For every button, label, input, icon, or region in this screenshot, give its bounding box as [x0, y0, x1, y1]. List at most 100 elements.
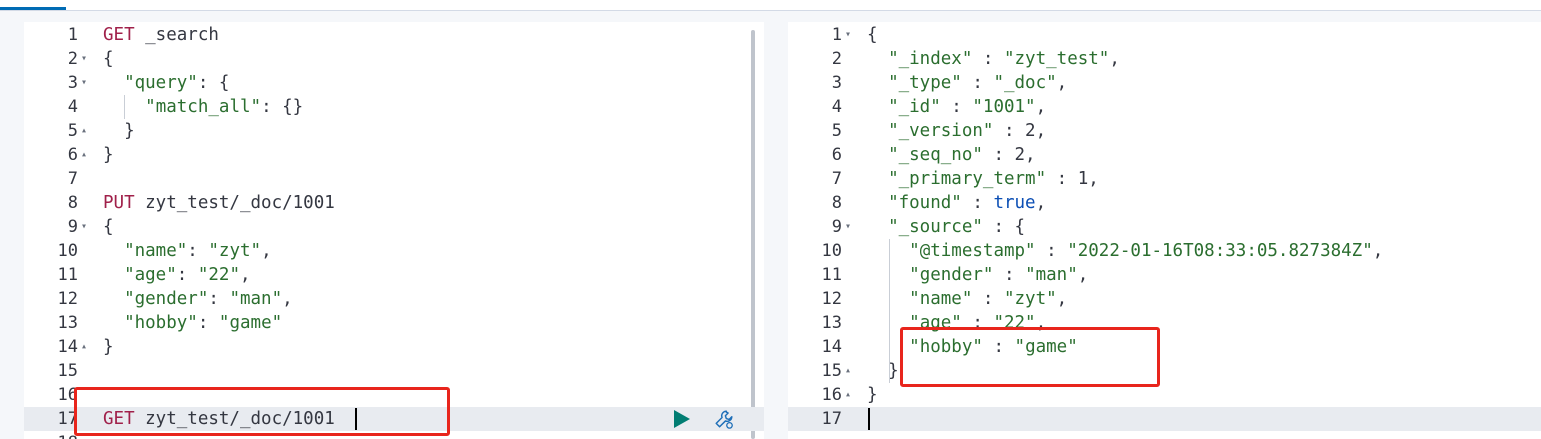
code-text[interactable]: "gender": "man",: [103, 287, 293, 311]
code-text[interactable]: }: [867, 359, 899, 383]
fold-collapse-icon[interactable]: ▾: [81, 71, 87, 95]
line-number: 5: [831, 121, 842, 141]
request-line-7[interactable]: 7: [24, 167, 764, 191]
response-line-4[interactable]: 4 "_id" : "1001",: [788, 95, 1541, 119]
request-line-9[interactable]: 9 ▾ {: [24, 215, 764, 239]
token-punc: :: [197, 313, 219, 333]
response-line-17[interactable]: 17: [788, 407, 1541, 431]
response-line-7[interactable]: 7 "_primary_term" : 1,: [788, 167, 1541, 191]
token-punc: ,: [282, 289, 293, 309]
code-text[interactable]: "@timestamp" : "2022-01-16T08:33:05.8273…: [867, 239, 1383, 263]
request-line-3[interactable]: 3 ▾ "query": {: [24, 71, 764, 95]
request-line-13[interactable]: 13 "hobby": "game": [24, 311, 764, 335]
fold-collapse-icon[interactable]: ▾: [845, 23, 851, 47]
token-punc: :: [176, 265, 198, 285]
code-text[interactable]: "_type" : "_doc",: [867, 71, 1067, 95]
code-text[interactable]: "name" : "zyt",: [867, 287, 1067, 311]
token-punc: :: [972, 49, 1004, 69]
request-line-6[interactable]: 6 ▴}: [24, 143, 764, 167]
request-editor[interactable]: 1 GET _search 2 ▾{3 ▾ "query": {4 "match_all…: [24, 22, 764, 439]
code-text[interactable]: "found" : true,: [867, 191, 1046, 215]
line-number: 13: [821, 313, 842, 333]
request-line-14[interactable]: 14 ▴}: [24, 335, 764, 359]
token-punc: : 2,: [982, 145, 1036, 165]
line-number: 17: [57, 409, 78, 429]
code-text[interactable]: "_version" : 2,: [867, 119, 1046, 143]
request-line-11[interactable]: 11 "age": "22",: [24, 263, 764, 287]
code-text[interactable]: "age": "22",: [103, 263, 250, 287]
fold-expand-icon[interactable]: ▴: [845, 359, 851, 383]
response-line-3[interactable]: 3 "_type" : "_doc",: [788, 71, 1541, 95]
token-str: "gender": [124, 289, 209, 309]
request-line-1[interactable]: 1 GET _search: [24, 23, 764, 47]
code-text[interactable]: "hobby": "game": [103, 311, 282, 335]
token-str: "_doc": [993, 73, 1057, 93]
line-number: 10: [57, 241, 78, 261]
line-number: 4: [67, 97, 78, 117]
line-number: 6: [67, 145, 78, 165]
code-text[interactable]: "_id" : "1001",: [867, 95, 1046, 119]
code-text[interactable]: "name": "zyt",: [103, 239, 272, 263]
code-text[interactable]: "_source" : {: [867, 215, 1025, 239]
fold-collapse-icon[interactable]: ▾: [81, 47, 87, 71]
response-line-12[interactable]: 12 "name" : "zyt",: [788, 287, 1541, 311]
line-number: 12: [57, 289, 78, 309]
request-line-10[interactable]: 10 "name": "zyt",: [24, 239, 764, 263]
response-line-9[interactable]: 9 ▾ "_source" : {: [788, 215, 1541, 239]
request-line-4[interactable]: 4 "match_all": {}: [24, 95, 764, 119]
code-text[interactable]: "_primary_term" : 1,: [867, 167, 1099, 191]
line-number: 6: [831, 145, 842, 165]
token-str: "2022-01-16T08:33:05.827384Z": [1067, 241, 1373, 261]
request-line-8[interactable]: 8 PUT zyt_test/_doc/1001: [24, 191, 764, 215]
line-number: 9: [831, 217, 842, 237]
fold-expand-icon[interactable]: ▴: [845, 383, 851, 407]
code-text[interactable]: {: [867, 23, 878, 47]
response-line-8[interactable]: 8 "found" : true,: [788, 191, 1541, 215]
token-punc: {: [867, 25, 878, 45]
line-number: 8: [831, 193, 842, 213]
token-plain: _search: [134, 25, 219, 45]
token-str: "_id": [888, 97, 941, 117]
token-str: "zyt": [208, 241, 262, 261]
response-line-11[interactable]: 11 "gender" : "man",: [788, 263, 1541, 287]
token-punc: }: [867, 361, 899, 381]
request-line-15[interactable]: 15: [24, 359, 764, 383]
code-text[interactable]: "_index" : "zyt_test",: [867, 47, 1120, 71]
request-line-12[interactable]: 12 "gender": "man",: [24, 287, 764, 311]
code-text[interactable]: "gender" : "man",: [867, 263, 1088, 287]
token-str: "hobby": [124, 313, 198, 333]
token-punc: ,: [1077, 265, 1089, 285]
token-str: "man": [229, 289, 283, 309]
code-text[interactable]: "_seq_no" : 2,: [867, 143, 1036, 167]
code-text[interactable]: }: [103, 143, 114, 167]
token-plain: zyt_test/_doc/1001: [134, 193, 335, 213]
response-line-1[interactable]: 1 ▾ {: [788, 23, 1541, 47]
code-text[interactable]: {: [103, 215, 114, 239]
code-text[interactable]: }: [867, 383, 878, 407]
response-line-6[interactable]: 6 "_seq_no" : 2,: [788, 143, 1541, 167]
response-line-2[interactable]: 2 "_index" : "zyt_test",: [788, 47, 1541, 71]
code-text[interactable]: }: [103, 119, 135, 143]
fold-expand-icon[interactable]: ▴: [81, 335, 87, 359]
request-line-2[interactable]: 2 ▾ {: [24, 47, 764, 71]
line-number: 11: [821, 265, 842, 285]
code-text[interactable]: "match_all": {}: [103, 95, 303, 119]
request-line-5[interactable]: 5 ▴ }: [24, 119, 764, 143]
token-str: "1001": [972, 97, 1036, 117]
fold-expand-icon[interactable]: ▴: [81, 119, 87, 143]
wrench-icon[interactable]: [712, 408, 736, 430]
code-text[interactable]: GET _search: [103, 23, 219, 47]
response-line-10[interactable]: 10 "@timestamp" : "2022-01-16T08:33:05.8…: [788, 239, 1541, 263]
code-text[interactable]: "query": {: [103, 71, 229, 95]
fold-collapse-icon[interactable]: ▾: [845, 215, 851, 239]
token-punc: :: [940, 97, 973, 117]
fold-collapse-icon[interactable]: ▾: [81, 215, 87, 239]
fold-expand-icon[interactable]: ▴: [81, 143, 87, 167]
code-text[interactable]: {: [103, 47, 114, 71]
token-str: "match_all": [145, 97, 262, 117]
code-text[interactable]: PUT zyt_test/_doc/1001: [103, 191, 335, 215]
code-text[interactable]: }: [103, 335, 114, 359]
response-line-5[interactable]: 5 "_version" : 2,: [788, 119, 1541, 143]
play-icon[interactable]: [674, 410, 690, 428]
